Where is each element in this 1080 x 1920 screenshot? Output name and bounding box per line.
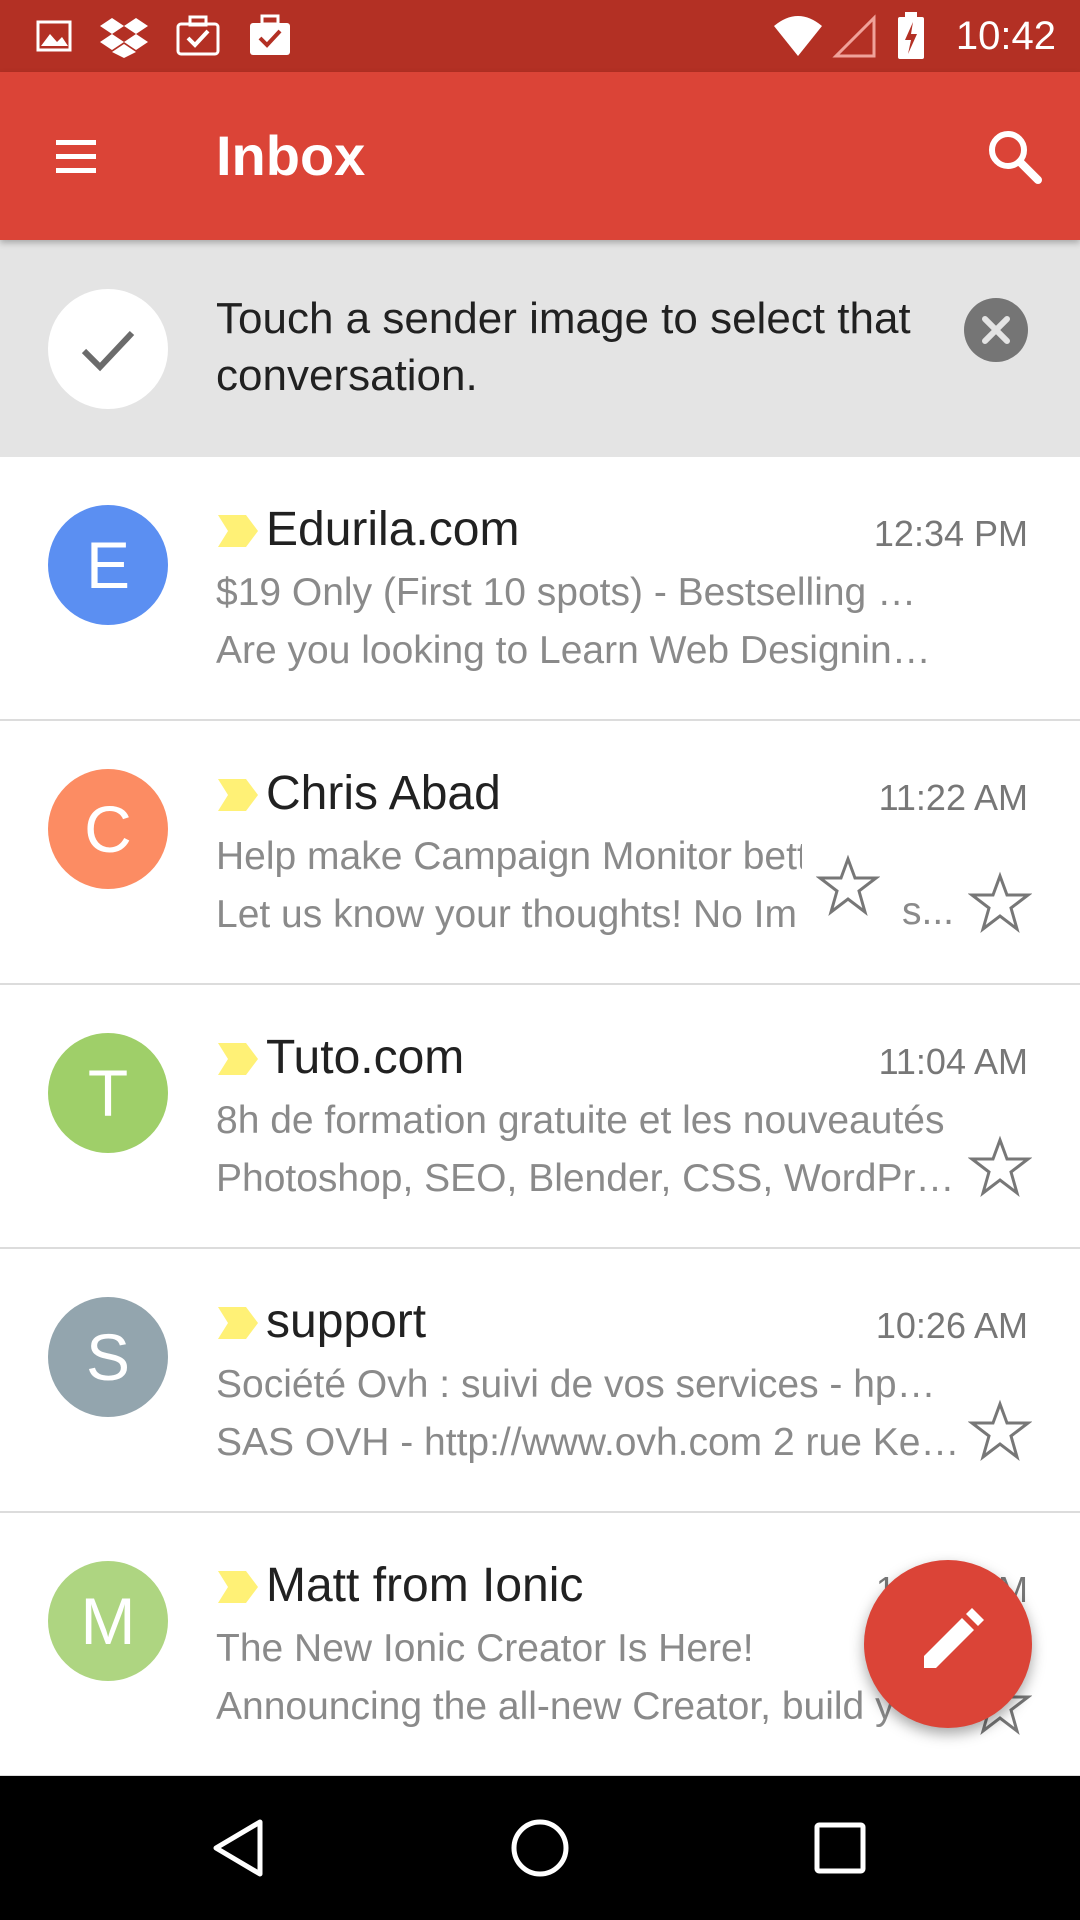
importance-marker-icon (218, 515, 258, 547)
check-icon (48, 289, 168, 409)
email-row[interactable]: E Edurila.com 12:34 PM $19 Only (First 1… (0, 457, 1080, 721)
email-subject: 8h de formation gratuite et les nouveaut… (216, 1099, 945, 1142)
email-snippet: Photoshop, SEO, Blender, CSS, WordPress,… (216, 1157, 966, 1200)
email-subject: $19 Only (First 10 spots) - Bestselling … (216, 571, 926, 614)
navigation-bar (0, 1776, 1080, 1920)
importance-marker-icon (218, 1043, 258, 1075)
email-row[interactable]: T Tuto.com 11:04 AM 8h de formation grat… (0, 985, 1080, 1249)
wifi-icon (774, 16, 822, 56)
avatar[interactable]: E (48, 505, 168, 625)
email-row[interactable]: S support 10:26 AM Société Ovh : suivi d… (0, 1249, 1080, 1513)
email-subject: The New Ionic Creator Is Here! (216, 1627, 754, 1670)
star-icon[interactable] (968, 871, 1032, 935)
email-subject: Société Ovh : suivi de vos services - hp… (216, 1363, 946, 1406)
email-snippet: Let us know your thoughts! No Images? Cl… (216, 893, 796, 936)
star-icon[interactable] (968, 1135, 1032, 1199)
avatar[interactable]: T (48, 1033, 168, 1153)
compose-button[interactable] (864, 1560, 1032, 1728)
sender-name: Matt from Ionic (266, 1559, 584, 1612)
email-row[interactable]: C Chris Abad 11:22 AM Help make Campaign… (0, 721, 1080, 985)
search-icon[interactable] (978, 120, 1050, 192)
recents-icon[interactable] (804, 1812, 876, 1884)
app-bar: Inbox (0, 72, 1080, 240)
importance-marker-icon (218, 1571, 258, 1603)
email-snippet: SAS OVH - http://www.ovh.com 2 rue Kelle… (216, 1421, 966, 1464)
briefcase-check-icon (250, 14, 290, 55)
importance-marker-icon (218, 1307, 258, 1339)
signal-icon (832, 14, 876, 58)
home-icon[interactable] (504, 1812, 576, 1884)
tip-text: Touch a sender image to select that conv… (216, 294, 911, 400)
email-time: 10:26 AM (875, 1305, 1028, 1346)
avatar[interactable]: C (48, 769, 168, 889)
email-time: 11:22 AM (878, 777, 1028, 818)
importance-marker-icon (218, 779, 258, 811)
star-icon[interactable] (968, 1399, 1032, 1463)
sender-name: Chris Abad (266, 767, 501, 820)
email-subject: Help make Campaign Monitor better (216, 835, 802, 878)
sender-name: Tuto.com (266, 1031, 465, 1084)
battery-charging-icon (898, 12, 924, 59)
page-title: Inbox (216, 124, 366, 187)
clock: 10:42 (955, 14, 1056, 58)
sender-name: Edurila.com (266, 503, 520, 556)
avatar[interactable]: S (48, 1297, 168, 1417)
briefcase-check-icon (176, 15, 220, 56)
image-icon (36, 20, 72, 52)
dropbox-icon (100, 18, 148, 58)
email-time: 11:04 AM (878, 1041, 1028, 1082)
truncated-text: s... (902, 890, 955, 933)
email-snippet: Are you looking to Learn Web Designing a… (216, 629, 946, 672)
avatar[interactable]: M (48, 1561, 168, 1681)
pencil-icon (924, 1608, 984, 1668)
close-icon[interactable] (964, 298, 1028, 362)
sender-name: support (266, 1295, 427, 1348)
email-snippet: Announcing the all-new Creator, build yo… (216, 1685, 896, 1728)
menu-icon[interactable] (40, 120, 112, 192)
status-bar: 10:42 (0, 0, 1080, 72)
back-icon[interactable] (204, 1812, 276, 1884)
email-time: 12:34 PM (873, 513, 1028, 554)
star-icon[interactable] (816, 854, 880, 918)
tip-banner: Touch a sender image to select that conv… (0, 240, 1080, 457)
